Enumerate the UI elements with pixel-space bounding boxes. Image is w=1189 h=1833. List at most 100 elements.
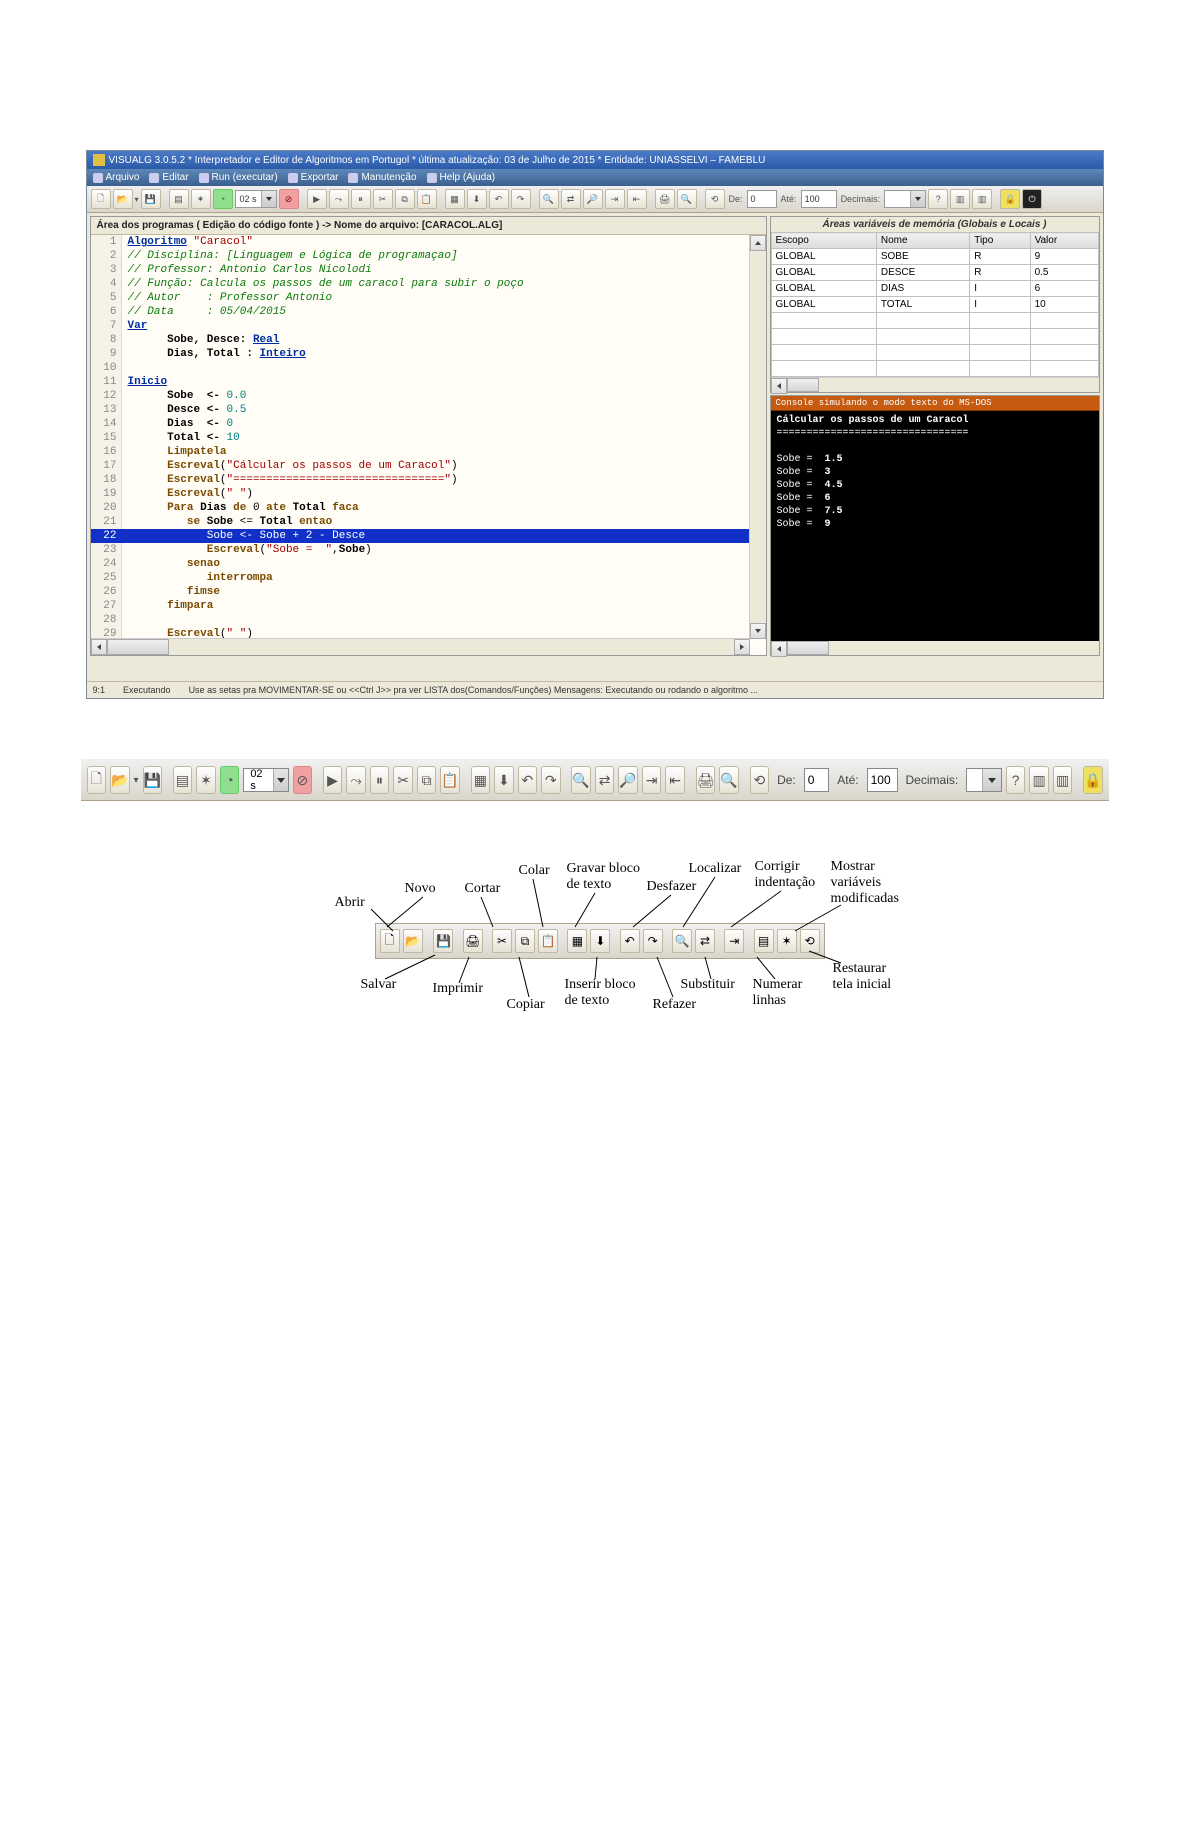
code-line[interactable]: 16 Limpatela [91, 445, 766, 459]
menu-manutencao[interactable]: Manutenção [348, 172, 416, 183]
outdent-icon[interactable]: ⇤ [627, 189, 647, 209]
find-next-icon[interactable]: 🔎 [618, 766, 638, 794]
outdent-icon[interactable]: ⇤ [665, 766, 685, 794]
find-next-icon[interactable]: 🔎 [583, 189, 603, 209]
code-line[interactable]: 1Algoritmo "Caracol" [91, 235, 766, 249]
code-line[interactable]: 5// Autor : Professor Antonio [91, 291, 766, 305]
decimais-combo[interactable] [884, 190, 926, 208]
cut-icon[interactable]: ✂ [393, 766, 413, 794]
col-tipo[interactable]: Tipo [970, 233, 1030, 249]
clock-icon[interactable]: ◔ [213, 189, 233, 209]
code-line[interactable]: 27 fimpara [91, 599, 766, 613]
console-scroll-thumb[interactable] [787, 641, 829, 655]
copy-icon[interactable]: ⧉ [417, 766, 437, 794]
doc2-icon[interactable]: ▥ [972, 189, 992, 209]
scroll-up-icon[interactable] [750, 235, 766, 251]
show-vars-icon[interactable]: ✶ [191, 189, 211, 209]
code-line[interactable]: 14 Dias <- 0 [91, 417, 766, 431]
code-line[interactable]: 7Var [91, 319, 766, 333]
new-file-icon[interactable]: 🗋 [87, 766, 107, 794]
scroll-left-icon[interactable] [91, 639, 107, 655]
redo-icon[interactable]: ↷ [511, 189, 531, 209]
de-input[interactable]: 0 [747, 190, 777, 208]
code-line[interactable]: 8 Sobe, Desce: Real [91, 333, 766, 347]
indent-icon[interactable]: ⇥ [642, 766, 662, 794]
col-escopo[interactable]: Escopo [771, 233, 876, 249]
undo-icon[interactable]: ↶ [489, 189, 509, 209]
col-valor[interactable]: Valor [1030, 233, 1098, 249]
toggle-numbers-icon[interactable]: ▤ [173, 766, 193, 794]
save-block-icon[interactable]: ▦ [471, 766, 491, 794]
de-input[interactable]: 0 [804, 768, 830, 792]
open-file-icon[interactable]: 📂 [113, 189, 133, 209]
paste-icon[interactable]: 📋 [417, 189, 437, 209]
doc1-icon[interactable]: ▥ [1029, 766, 1049, 794]
pause-icon[interactable]: ⏸ [351, 189, 371, 209]
code-line[interactable]: 3// Professor: Antonio Carlos Nicolodi [91, 263, 766, 277]
scroll-down-icon[interactable] [750, 623, 766, 639]
code-line[interactable]: 10 [91, 361, 766, 375]
pause-icon[interactable]: ⏸ [370, 766, 390, 794]
ate-input[interactable]: 100 [867, 768, 898, 792]
search-icon[interactable]: 🔍 [677, 189, 697, 209]
decimais-combo[interactable] [966, 768, 1002, 792]
menu-editar[interactable]: Editar [149, 172, 188, 183]
code-line[interactable]: 20 Para Dias de 0 ate Total faca [91, 501, 766, 515]
scroll-right-icon[interactable] [734, 639, 750, 655]
save-file-icon[interactable]: 💾 [143, 766, 163, 794]
lock-icon[interactable]: 🔒 [1000, 189, 1020, 209]
insert-block-icon[interactable]: ⬇ [494, 766, 514, 794]
table-row[interactable]: GLOBALSOBER9 [771, 249, 1098, 265]
code-line[interactable]: 23 Escreval("Sobe = ",Sobe) [91, 543, 766, 557]
insert-block-icon[interactable]: ⬇ [467, 189, 487, 209]
code-line[interactable]: 17 Escreval("Cálcular os passos de um Ca… [91, 459, 766, 473]
paste-icon[interactable]: 📋 [440, 766, 460, 794]
doc1-icon[interactable]: ▥ [950, 189, 970, 209]
code-line[interactable]: 2// Disciplina: [Linguagem e Lógica de p… [91, 249, 766, 263]
code-line[interactable]: 9 Dias, Total : Inteiro [91, 347, 766, 361]
table-row[interactable]: GLOBALTOTALI10 [771, 297, 1098, 313]
print-icon[interactable]: 🖨 [655, 189, 675, 209]
code-line[interactable]: 6// Data : 05/04/2015 [91, 305, 766, 319]
find-icon[interactable]: 🔍 [571, 766, 591, 794]
menu-arquivo[interactable]: Arquivo [93, 172, 140, 183]
code-line[interactable]: 21 se Sobe <= Total entao [91, 515, 766, 529]
code-line[interactable]: 13 Desce <- 0.5 [91, 403, 766, 417]
code-line[interactable]: 28 [91, 613, 766, 627]
help-icon[interactable]: ? [1006, 766, 1026, 794]
stop-icon[interactable]: ⊘ [279, 189, 299, 209]
code-line[interactable]: 24 senao [91, 557, 766, 571]
print-icon[interactable]: 🖨 [696, 766, 716, 794]
speed-combo[interactable]: 02 s [243, 768, 288, 792]
redo-icon[interactable]: ↷ [541, 766, 561, 794]
step-icon[interactable]: ⤳ [329, 189, 349, 209]
code-line[interactable]: 4// Função: Calcula os passos de um cara… [91, 277, 766, 291]
restore-icon[interactable]: ⟲ [750, 766, 770, 794]
toggle-numbers-icon[interactable]: ▤ [169, 189, 189, 209]
code-line[interactable]: 22 Sobe <- Sobe + 2 - Desce [91, 529, 766, 543]
replace-icon[interactable]: ⇄ [561, 189, 581, 209]
console-scroll-left-icon[interactable] [771, 641, 787, 657]
save-file-icon[interactable]: 💾 [141, 189, 161, 209]
run-icon[interactable]: ▶ [307, 189, 327, 209]
save-block-icon[interactable]: ▦ [445, 189, 465, 209]
code-line[interactable]: 11Inicio [91, 375, 766, 389]
code-line[interactable]: 19 Escreval(" ") [91, 487, 766, 501]
doc2-icon[interactable]: ▥ [1053, 766, 1073, 794]
restore-icon[interactable]: ⟲ [705, 189, 725, 209]
help-icon[interactable]: ? [928, 189, 948, 209]
vars-hscroll[interactable] [771, 377, 1099, 392]
open-file-icon[interactable]: 📂 [110, 766, 130, 794]
code-line[interactable]: 12 Sobe <- 0.0 [91, 389, 766, 403]
menu-exportar[interactable]: Exportar [288, 172, 339, 183]
run-icon[interactable]: ▶ [323, 766, 343, 794]
col-nome[interactable]: Nome [876, 233, 969, 249]
speed-combo[interactable]: 02 s [235, 190, 277, 208]
menu-help[interactable]: Help (Ajuda) [427, 172, 496, 183]
vars-scroll-left-icon[interactable] [771, 378, 787, 394]
code-line[interactable]: 15 Total <- 10 [91, 431, 766, 445]
exit-icon[interactable]: ⏻ [1022, 189, 1042, 209]
stop-icon[interactable]: ⊘ [293, 766, 313, 794]
lock-icon[interactable]: 🔒 [1083, 766, 1103, 794]
code-editor[interactable]: 1Algoritmo "Caracol"2// Disciplina: [Lin… [91, 235, 766, 655]
